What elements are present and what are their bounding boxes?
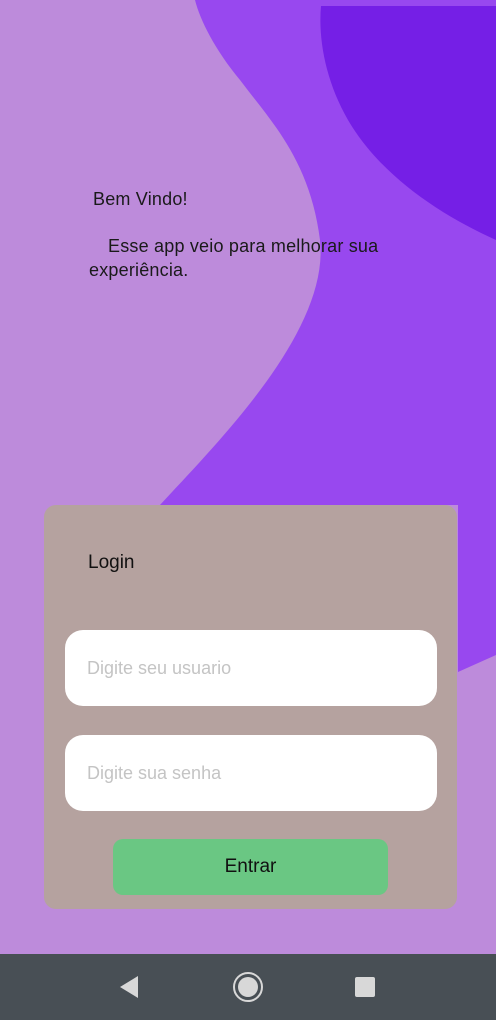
password-input[interactable] (65, 735, 437, 811)
enter-button[interactable]: Entrar (113, 839, 388, 895)
app-screen: Bem Vindo! Esse app veio para melhorar s… (0, 0, 496, 1020)
welcome-subtitle: Esse app veio para melhorar sua experiên… (89, 236, 379, 280)
back-icon (120, 976, 138, 998)
nav-recent-apps-button[interactable] (335, 954, 395, 1020)
username-input[interactable] (65, 630, 437, 706)
nav-home-button[interactable] (218, 954, 278, 1020)
home-icon (233, 972, 263, 1002)
navigation-bar (0, 954, 496, 1020)
login-title: Login (88, 552, 135, 573)
recent-apps-icon (355, 977, 375, 997)
nav-back-button[interactable] (99, 954, 159, 1020)
login-card: Login Entrar (44, 505, 457, 909)
welcome-title: Bem Vindo! (93, 189, 188, 209)
